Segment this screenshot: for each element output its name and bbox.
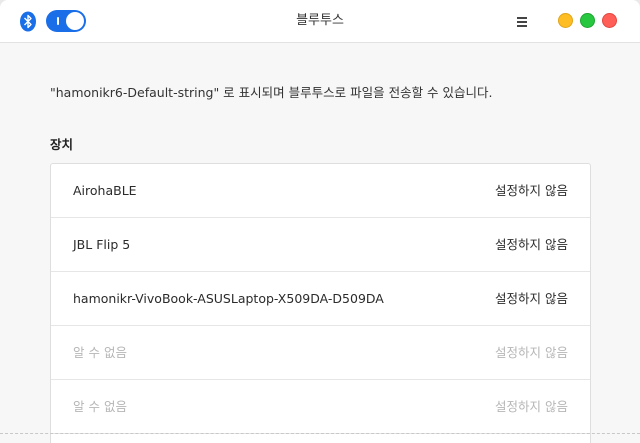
device-row[interactable]: 알 수 없음 설정하지 않음 [51, 380, 590, 434]
devices-section-title: 장치 [50, 137, 74, 152]
device-row[interactable]: hamonikr-VivoBook-ASUSLaptop-X509DA-D509… [51, 272, 590, 326]
title-bar: 블루투스 [0, 0, 640, 43]
maximize-button[interactable] [580, 13, 595, 28]
minimize-button[interactable] [558, 13, 573, 28]
close-button[interactable] [602, 13, 617, 28]
device-status: 설정하지 않음 [495, 291, 568, 306]
bluetooth-settings-window: 블루투스 "hamonikr6-Default-string" 로 표시되며 블… [0, 0, 640, 443]
device-status: 설정하지 않음 [495, 237, 568, 252]
device-status: 설정하지 않음 [495, 345, 568, 360]
window-title: 블루투스 [296, 13, 344, 28]
device-status: 설정하지 않음 [495, 399, 568, 414]
device-name: 알 수 없음 [73, 399, 127, 414]
device-list: AirohaBLE 설정하지 않음 JBL Flip 5 설정하지 않음 ham… [50, 163, 591, 443]
device-name: 알 수 없음 [73, 345, 127, 360]
visibility-description: "hamonikr6-Default-string" 로 표시되며 블루투스로 … [50, 85, 493, 100]
bottom-edge-divider [0, 433, 640, 434]
device-row[interactable]: AirohaBLE 설정하지 않음 [51, 164, 590, 218]
device-name: AirohaBLE [73, 183, 137, 198]
menu-icon[interactable] [514, 13, 530, 29]
device-name: hamonikr-VivoBook-ASUSLaptop-X509DA-D509… [73, 291, 384, 306]
device-status: 설정하지 않음 [495, 183, 568, 198]
device-name: JBL Flip 5 [73, 237, 131, 252]
device-row[interactable]: JBL Flip 5 설정하지 않음 [51, 218, 590, 272]
device-row[interactable]: 알 수 없음 설정하지 않음 [51, 326, 590, 380]
